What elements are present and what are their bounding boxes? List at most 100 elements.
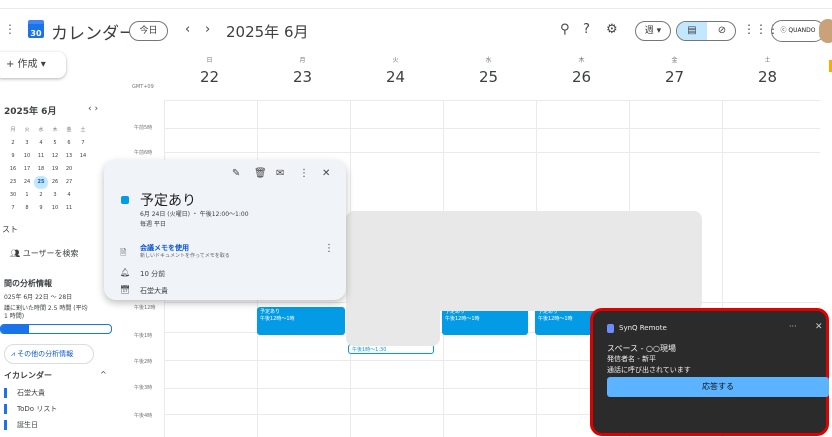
- search-icon[interactable]: ⚲: [560, 22, 570, 37]
- mini-day[interactable]: 5: [48, 137, 62, 150]
- day-header-25[interactable]: 水 25: [443, 52, 534, 86]
- today-button[interactable]: 今日: [129, 21, 168, 41]
- close-icon[interactable]: ✕: [815, 322, 823, 332]
- previous-week-icon[interactable]: ‹: [185, 22, 190, 37]
- collapse-chevron-icon[interactable]: ^: [100, 370, 107, 379]
- email-icon[interactable]: ✉: [276, 168, 284, 179]
- day-number[interactable]: 27: [629, 68, 720, 86]
- mini-day[interactable]: [76, 189, 90, 202]
- event-color-dot: [121, 196, 129, 204]
- day-number[interactable]: 25: [443, 68, 534, 86]
- day-header-23[interactable]: 月 23: [257, 52, 348, 86]
- event-block-wed[interactable]: 予定あり 午後12時～1時: [442, 307, 528, 335]
- redacted-area: [346, 300, 440, 346]
- mini-day[interactable]: [76, 163, 90, 176]
- view-select[interactable]: 週 ▾: [635, 21, 671, 41]
- mini-day[interactable]: [76, 176, 90, 189]
- mini-calendar-nav[interactable]: ‹ ›: [88, 104, 98, 114]
- calendar-item-ishido[interactable]: 石堂大貴: [4, 388, 45, 398]
- day-of-week: 日: [206, 57, 213, 64]
- hour-label: 午後12時: [134, 305, 156, 311]
- mini-day[interactable]: 2: [6, 137, 20, 150]
- mini-weekday: 火: [24, 127, 30, 133]
- account-switcher[interactable]: ⓒ QUANDO: [771, 20, 825, 42]
- mini-day[interactable]: 7: [6, 202, 20, 215]
- notes-more-icon[interactable]: ⋮: [324, 243, 334, 254]
- mini-day[interactable]: 19: [48, 163, 62, 176]
- mini-day[interactable]: 4: [34, 137, 48, 150]
- mini-day[interactable]: 9: [34, 202, 48, 215]
- create-button[interactable]: + 作成 ▾: [0, 52, 66, 78]
- mini-day[interactable]: 4: [62, 189, 76, 202]
- day-number[interactable]: 28: [722, 68, 813, 86]
- day-number[interactable]: 24: [350, 68, 441, 86]
- redacted-area: [346, 211, 702, 311]
- mini-day[interactable]: 25: [34, 176, 48, 189]
- search-people-input[interactable]: 👥︎ ユーザーを検索: [10, 248, 79, 259]
- mini-day[interactable]: 10: [20, 150, 34, 163]
- mini-day[interactable]: 3: [48, 189, 62, 202]
- settings-gear-icon[interactable]: ⚙: [606, 22, 618, 37]
- day-header-24[interactable]: 火 24: [350, 52, 441, 86]
- close-icon[interactable]: ✕: [322, 168, 330, 179]
- avatar[interactable]: [819, 19, 832, 43]
- calendar-item-todo[interactable]: ToDo リスト: [4, 404, 57, 414]
- incoming-call-notification: SynQ Remote ··· ✕ スペース - ○○現場 発信者名 - 新平 …: [590, 308, 829, 436]
- mini-day[interactable]: 14: [76, 150, 90, 163]
- mini-day[interactable]: 2: [34, 189, 48, 202]
- main-menu-icon[interactable]: ⋮: [4, 22, 16, 36]
- edit-icon[interactable]: ✎: [232, 168, 240, 179]
- mini-day[interactable]: 12: [48, 150, 62, 163]
- day-header-28[interactable]: 土 28: [722, 52, 813, 86]
- mini-day[interactable]: 18: [34, 163, 48, 176]
- mini-week-row: 30 1 2 3 4: [6, 189, 116, 202]
- document-icon: 🗎︎: [120, 248, 127, 257]
- mini-day[interactable]: 17: [20, 163, 34, 176]
- day-number[interactable]: 22: [164, 68, 255, 86]
- mini-day[interactable]: 10: [48, 202, 62, 215]
- more-options-icon[interactable]: ⋮: [299, 168, 309, 179]
- view-toggle: ▤ ⊘: [676, 21, 736, 41]
- mini-day[interactable]: 8: [20, 202, 34, 215]
- mini-day[interactable]: 27: [62, 176, 76, 189]
- popup-event-title: 予定あり: [140, 193, 196, 209]
- mini-day[interactable]: [76, 202, 90, 215]
- mini-day[interactable]: 26: [48, 176, 62, 189]
- hour-label: 午後4時: [134, 413, 153, 419]
- day-of-week: 木: [578, 57, 585, 64]
- mini-day[interactable]: 11: [34, 150, 48, 163]
- next-week-icon[interactable]: ›: [205, 22, 210, 37]
- day-header-22[interactable]: 日 22: [164, 52, 255, 86]
- mini-day[interactable]: 3: [20, 137, 34, 150]
- mini-day[interactable]: 11: [62, 202, 76, 215]
- mini-day[interactable]: 13: [62, 150, 76, 163]
- more-icon[interactable]: ···: [789, 322, 797, 331]
- synq-logo-icon: [607, 324, 614, 333]
- day-number[interactable]: 26: [536, 68, 627, 86]
- mini-day[interactable]: 24: [20, 176, 34, 189]
- mini-day[interactable]: 30: [6, 189, 20, 202]
- more-analytics-button[interactable]: ⩘ その他の分析情報: [4, 344, 94, 364]
- tasks-view-icon[interactable]: ⊘: [707, 22, 735, 40]
- analytics-range: 025年 6月 22日 ～ 28日: [4, 294, 73, 301]
- mini-day[interactable]: 7: [76, 137, 90, 150]
- calendar-item-birthdays[interactable]: 誕生日: [4, 420, 38, 430]
- day-number[interactable]: 23: [257, 68, 348, 86]
- day-header-26[interactable]: 木 26: [536, 52, 627, 86]
- mini-day[interactable]: 16: [6, 163, 20, 176]
- mini-weekday: 土: [80, 127, 86, 133]
- delete-icon[interactable]: 🗑︎: [254, 168, 267, 179]
- mini-day[interactable]: 1: [20, 189, 34, 202]
- mini-day[interactable]: 9: [6, 150, 20, 163]
- mini-day[interactable]: 20: [62, 163, 76, 176]
- event-block-mon[interactable]: 予定あり 午後12時～1時: [257, 307, 345, 335]
- day-header-27[interactable]: 金 27: [629, 52, 720, 86]
- mini-day[interactable]: 23: [6, 176, 20, 189]
- popup-calendar-name: 石堂大貴: [140, 287, 168, 295]
- mini-day[interactable]: 6: [62, 137, 76, 150]
- help-icon[interactable]: ?: [583, 22, 590, 37]
- calendar-view-icon[interactable]: ▤: [677, 22, 707, 40]
- answer-button[interactable]: 応答する: [607, 377, 829, 397]
- analytics-progress-fill: [1, 325, 29, 333]
- current-month-label: 2025年 6月: [226, 23, 309, 41]
